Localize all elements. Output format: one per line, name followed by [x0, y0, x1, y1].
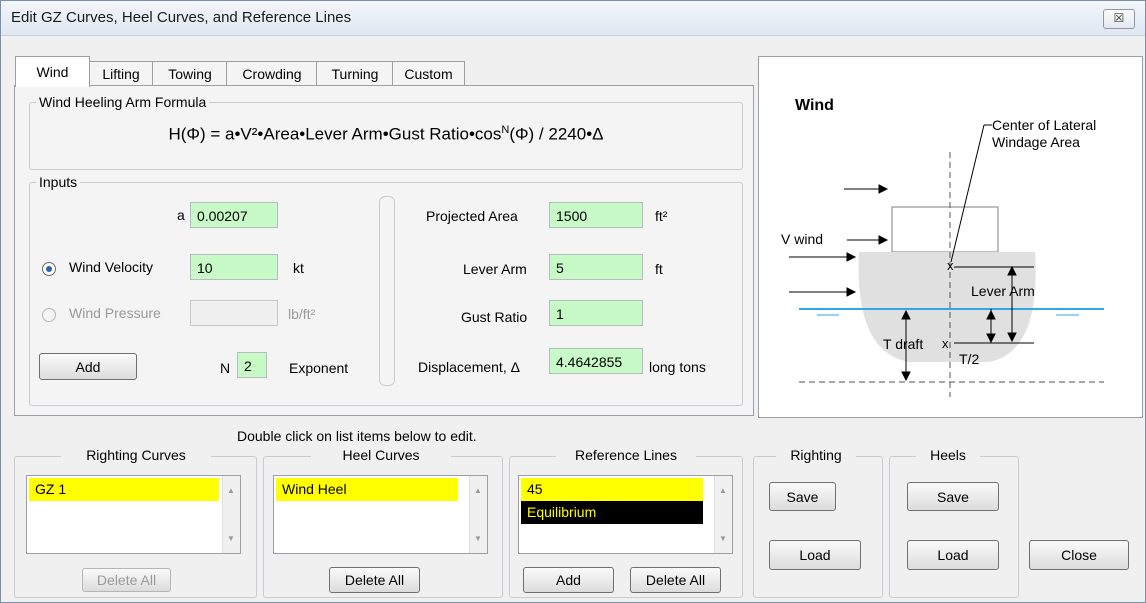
- t-half-label: T/2: [959, 351, 980, 367]
- windage-center-mark: x: [947, 258, 954, 273]
- displacement-field[interactable]: 4.4642855: [549, 348, 643, 374]
- tab-custom[interactable]: Custom: [392, 61, 465, 86]
- tab-wind[interactable]: Wind: [15, 56, 90, 87]
- projected-area-field[interactable]: 1500: [549, 202, 643, 228]
- inputs-separator: [379, 196, 395, 386]
- exponent-label: Exponent: [289, 360, 349, 376]
- list-item[interactable]: Wind Heel: [276, 478, 458, 501]
- righting-curves-list[interactable]: GZ 1 ▲ ▼: [26, 475, 241, 554]
- displacement-unit: long tons: [649, 359, 706, 375]
- list-item[interactable]: GZ 1: [29, 478, 219, 501]
- wind-pressure-label: Wind Pressure: [69, 305, 161, 321]
- formula-group: Wind Heeling Arm Formula H(Φ) = a•V²•Are…: [29, 94, 743, 170]
- heels-file-title: Heels: [916, 447, 980, 463]
- formula-group-legend: Wind Heeling Arm Formula: [39, 94, 207, 110]
- a-label: a: [177, 207, 185, 223]
- wind-velocity-field[interactable]: 10: [190, 254, 278, 280]
- window-close-button[interactable]: ☒: [1103, 9, 1135, 29]
- wind-velocity-unit: kt: [293, 260, 304, 276]
- title-bar: Edit GZ Curves, Heel Curves, and Referen…: [1, 1, 1145, 36]
- righting-file-title: Righting: [776, 447, 856, 463]
- formula-text: H(Φ) = a•V²•Area•Lever Arm•Gust Ratio•co…: [168, 124, 604, 144]
- righting-list-scrollbar[interactable]: ▲ ▼: [222, 476, 240, 553]
- lever-arm-unit: ft: [655, 261, 663, 277]
- heel-delete-all-button[interactable]: Delete All: [329, 567, 420, 593]
- lever-arm-diagram-label: Lever Arm: [971, 283, 1035, 299]
- edit-hint: Double click on list items below to edit…: [237, 428, 477, 444]
- displacement-label: Displacement, Δ: [418, 359, 520, 375]
- wind-velocity-label: Wind Velocity: [69, 259, 154, 275]
- projected-area-unit: ft²: [655, 208, 668, 224]
- windage-area-label: Windage Area: [992, 134, 1080, 150]
- n-exponent-field[interactable]: 2: [237, 352, 267, 378]
- add-wind-heel-button[interactable]: Add: [39, 353, 137, 380]
- superstructure-shape: [891, 206, 999, 253]
- righting-delete-all-button[interactable]: Delete All: [82, 568, 171, 592]
- wind-velocity-radio[interactable]: [42, 262, 56, 276]
- n-label: N: [220, 360, 231, 376]
- heels-load-button[interactable]: Load: [907, 540, 999, 570]
- reference-list-scrollbar[interactable]: ▲ ▼: [714, 476, 732, 553]
- gust-ratio-label: Gust Ratio: [461, 309, 528, 325]
- reference-lines-title: Reference Lines: [556, 447, 696, 463]
- wind-tab-panel: Wind Heeling Arm Formula H(Φ) = a•V²•Are…: [14, 85, 754, 416]
- heel-list-scrollbar[interactable]: ▲ ▼: [469, 476, 487, 553]
- wind-pressure-field[interactable]: [190, 300, 278, 326]
- gust-ratio-field[interactable]: 1: [549, 300, 643, 326]
- tab-crowding[interactable]: Crowding: [226, 61, 318, 86]
- righting-load-button[interactable]: Load: [769, 540, 861, 570]
- t-draft-label: T draft: [883, 336, 924, 352]
- reference-lines-list[interactable]: 45 Equilibrium ▲ ▼: [518, 475, 733, 554]
- window-title: Edit GZ Curves, Heel Curves, and Referen…: [11, 9, 352, 26]
- list-item-selected[interactable]: Equilibrium: [521, 501, 703, 524]
- lever-arm-field[interactable]: 5: [549, 254, 643, 280]
- heel-curves-list[interactable]: Wind Heel ▲ ▼: [273, 475, 488, 554]
- righting-save-button[interactable]: Save: [769, 482, 836, 511]
- center-lateral-label: Center of Lateral: [992, 117, 1097, 133]
- tab-turning[interactable]: Turning: [316, 61, 394, 86]
- heels-save-button[interactable]: Save: [907, 482, 999, 511]
- tab-lifting[interactable]: Lifting: [88, 61, 154, 86]
- righting-file-group: [753, 456, 883, 598]
- reference-add-button[interactable]: Add: [523, 567, 614, 593]
- projected-area-label: Projected Area: [426, 208, 518, 224]
- reference-delete-all-button[interactable]: Delete All: [630, 567, 721, 593]
- list-item[interactable]: 45: [521, 478, 703, 501]
- tab-towing[interactable]: Towing: [152, 61, 228, 86]
- close-button[interactable]: Close: [1029, 540, 1129, 570]
- righting-curves-title: Righting Curves: [61, 447, 211, 463]
- heel-curves-title: Heel Curves: [311, 447, 451, 463]
- v-wind-label: V wind: [781, 231, 824, 247]
- a-field[interactable]: 0.00207: [190, 202, 278, 228]
- wind-diagram-panel: x x Wind Center of Lateral Windage Area …: [758, 56, 1143, 418]
- wind-pressure-unit: lb/ft²: [288, 306, 316, 322]
- heels-file-group: [889, 456, 1019, 598]
- lever-arm-label: Lever Arm: [463, 261, 527, 277]
- diagram-title: Wind: [795, 97, 834, 114]
- inputs-group-legend: Inputs: [39, 174, 78, 190]
- cg-mark: x: [942, 336, 949, 351]
- dialog-window: Edit GZ Curves, Heel Curves, and Referen…: [0, 0, 1146, 603]
- wind-pressure-radio[interactable]: [42, 308, 56, 322]
